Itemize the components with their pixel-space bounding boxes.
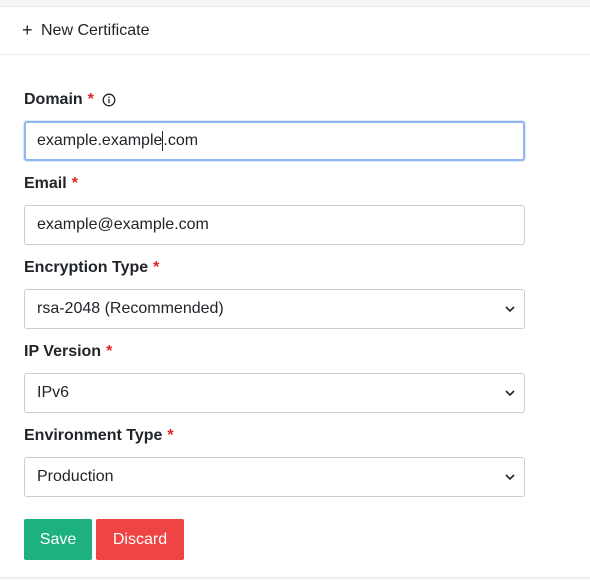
email-label: Email: [24, 175, 67, 192]
ip-version-label: IP Version: [24, 343, 102, 360]
ip-version-field: IP Version * IPv6: [24, 341, 526, 413]
required-asterisk: *: [87, 91, 94, 108]
domain-input-value-end: .com: [163, 132, 199, 149]
domain-field: Domain * example.example .com: [24, 89, 526, 161]
encryption-type-field: Encryption Type * rsa-2048 (Recommended): [24, 257, 526, 329]
environment-type-field: Environment Type * Production: [24, 425, 526, 497]
ip-version-selected-value: IPv6: [37, 384, 70, 401]
required-asterisk: *: [106, 343, 113, 360]
domain-input-value-start: example.example: [37, 132, 163, 149]
environment-type-select[interactable]: Production: [24, 457, 525, 497]
discard-button[interactable]: Discard: [96, 519, 184, 560]
ip-version-select[interactable]: IPv6: [24, 373, 525, 413]
info-circle-icon[interactable]: [102, 93, 116, 107]
card-title: New Certificate: [41, 21, 150, 39]
encryption-type-selected-value: rsa-2048 (Recommended): [37, 300, 224, 317]
required-asterisk: *: [167, 427, 174, 444]
encryption-type-label-row: Encryption Type *: [24, 257, 526, 279]
environment-type-label: Environment Type: [24, 427, 163, 444]
chevron-down-icon: [504, 305, 516, 313]
ip-version-label-row: IP Version *: [24, 341, 526, 363]
environment-type-selected-value: Production: [37, 468, 114, 485]
email-label-row: Email *: [24, 173, 526, 195]
encryption-type-select[interactable]: rsa-2048 (Recommended): [24, 289, 525, 329]
plus-icon: +: [22, 19, 33, 40]
email-field: Email * example@example.com: [24, 173, 526, 245]
domain-input[interactable]: example.example .com: [24, 121, 525, 161]
required-asterisk: *: [71, 175, 78, 192]
domain-label: Domain: [24, 91, 83, 108]
email-input[interactable]: example@example.com: [24, 205, 525, 245]
new-certificate-card: + New Certificate Domain * example.examp…: [0, 6, 590, 578]
environment-type-label-row: Environment Type *: [24, 425, 526, 447]
card-header: + New Certificate: [0, 7, 590, 55]
chevron-down-icon: [504, 389, 516, 397]
required-asterisk: *: [153, 259, 160, 276]
save-button[interactable]: Save: [24, 519, 92, 560]
chevron-down-icon: [504, 473, 516, 481]
email-input-value: example@example.com: [37, 216, 209, 233]
domain-label-row: Domain *: [24, 89, 526, 111]
encryption-type-label: Encryption Type: [24, 259, 149, 276]
form-actions: Save Discard: [24, 519, 184, 560]
